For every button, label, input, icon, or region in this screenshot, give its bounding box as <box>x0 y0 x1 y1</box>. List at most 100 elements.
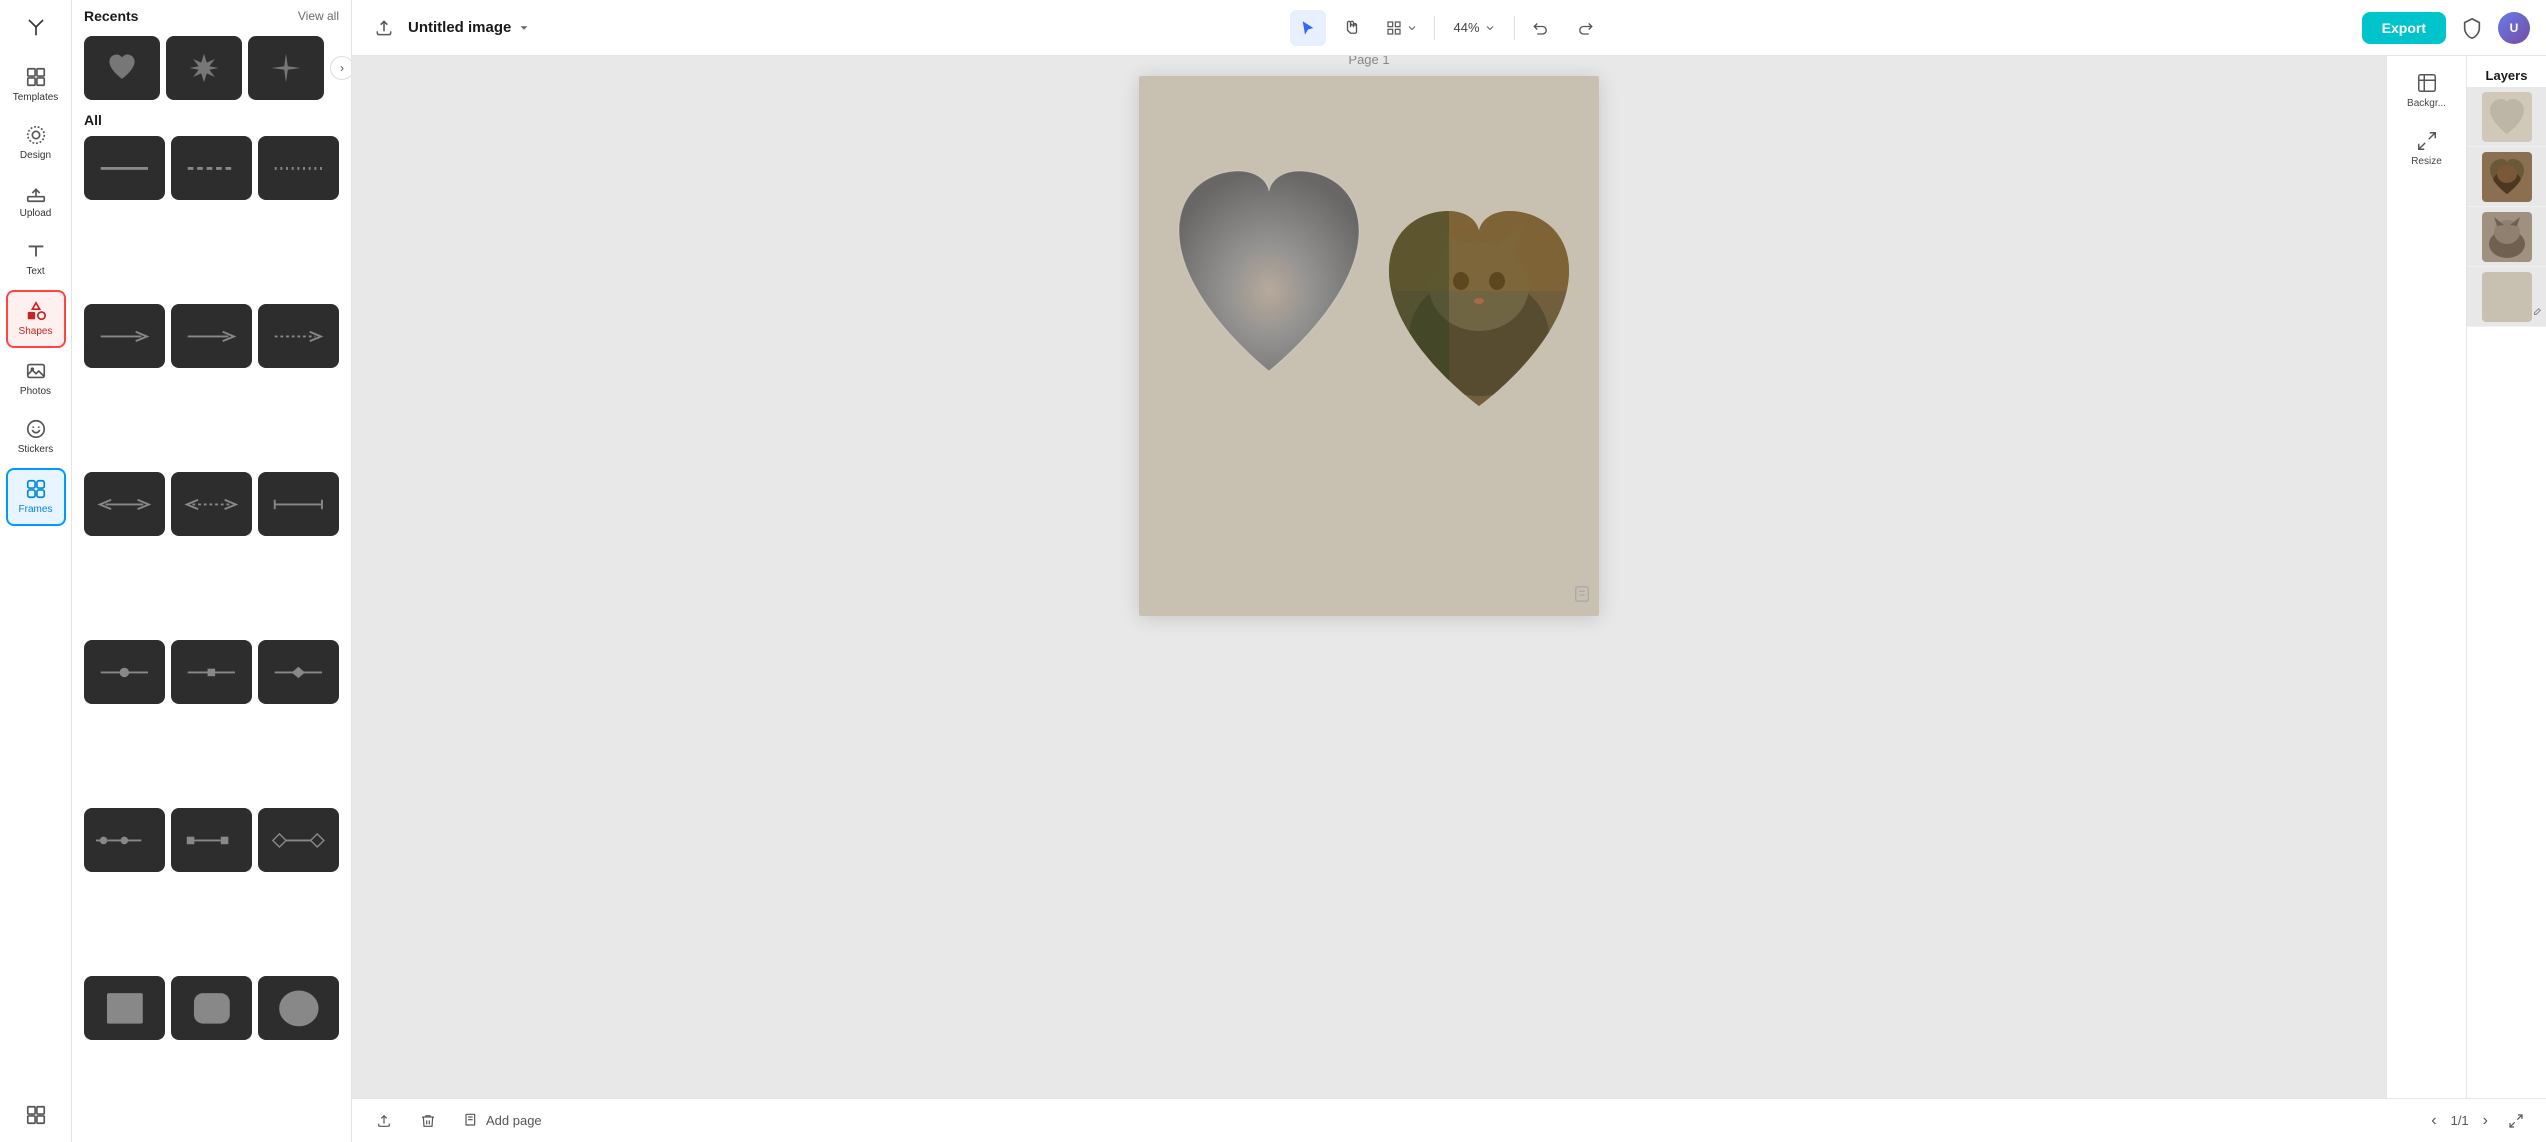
expand-button[interactable] <box>2502 1107 2530 1135</box>
layout-icon <box>1386 20 1402 36</box>
logo-button[interactable] <box>6 8 66 50</box>
shield-button[interactable] <box>2454 10 2490 46</box>
layer-thumb-background <box>2482 272 2532 322</box>
user-avatar[interactable]: U <box>2498 12 2530 44</box>
shapes-panel: Recents View all › All <box>72 0 352 1142</box>
resize-label: Resize <box>2411 156 2442 168</box>
right-heart-frame[interactable] <box>1369 176 1589 441</box>
sidebar-item-more[interactable] <box>6 1096 66 1134</box>
layer-thumb-2 <box>2482 152 2532 202</box>
layout-button[interactable] <box>1378 14 1426 42</box>
shape-measure-arrow[interactable] <box>258 472 339 536</box>
canvas-wrapper: Page 1 <box>1139 76 1599 616</box>
background-button[interactable]: Backgr... <box>2399 64 2455 118</box>
shape-dotted-line[interactable] <box>258 136 339 200</box>
zoom-chevron-icon <box>1484 22 1496 34</box>
slider-diamond-icon <box>270 663 327 682</box>
shape-arrow-right-2[interactable] <box>171 304 252 368</box>
shape-double-arrow-dots[interactable] <box>171 472 252 536</box>
topbar-right: Export U <box>2362 10 2530 46</box>
star4-shape-icon <box>268 50 304 86</box>
redo-button[interactable] <box>1567 10 1603 46</box>
shape-dashed-line[interactable] <box>171 136 252 200</box>
double-arrow-dots-icon <box>183 495 240 514</box>
dashed-line-icon <box>183 159 240 178</box>
shape-solid-line[interactable] <box>84 136 165 200</box>
shape-rounded-square[interactable] <box>171 976 252 1040</box>
page-icon <box>1573 585 1591 603</box>
shape-dot-connector[interactable] <box>84 808 165 872</box>
topbar: Untitled image <box>352 0 2546 56</box>
shape-circle[interactable] <box>258 976 339 1040</box>
rounded-square-icon <box>185 986 239 1031</box>
next-page-button[interactable]: › <box>2477 1108 2494 1134</box>
layer-item-4[interactable] <box>2467 267 2546 327</box>
upload-icon <box>25 182 47 204</box>
star6-shape-icon <box>186 50 222 86</box>
layer-thumb-heart-grey <box>2482 92 2532 142</box>
redo-icon <box>1576 19 1594 37</box>
zoom-button[interactable]: 44% <box>1443 14 1505 41</box>
text-icon <box>25 240 47 262</box>
shape-slider-square[interactable] <box>171 640 252 704</box>
view-all-button[interactable]: View all <box>298 9 339 23</box>
shape-arrow-right[interactable] <box>84 304 165 368</box>
recent-shape-star6[interactable] <box>166 36 242 100</box>
toolbar-divider <box>1434 16 1435 40</box>
scroll-right-arrow[interactable]: › <box>330 56 352 80</box>
shape-square-connector[interactable] <box>171 808 252 872</box>
title-chevron-icon <box>517 21 531 35</box>
canvas[interactable] <box>1139 76 1599 616</box>
photos-icon <box>25 360 47 382</box>
recent-shape-star4[interactable] <box>248 36 324 100</box>
sidebar-item-upload[interactable]: Upload <box>6 174 66 228</box>
sidebar-item-photos[interactable]: Photos <box>6 352 66 406</box>
sidebar-item-design[interactable]: Design <box>6 116 66 170</box>
icon-sidebar: Templates Design Upload Text Shapes <box>0 0 72 1142</box>
shape-double-arrow[interactable] <box>84 472 165 536</box>
measure-arrow-icon <box>270 495 327 514</box>
background-label: Backgr... <box>2407 98 2446 110</box>
sidebar-item-stickers[interactable]: Stickers <box>6 410 66 464</box>
recents-title: Recents <box>84 8 138 24</box>
left-heart-frame[interactable] <box>1159 131 1379 416</box>
frames-icon <box>25 478 47 500</box>
sidebar-item-label-upload: Upload <box>20 208 52 220</box>
shape-diamond-connector[interactable] <box>258 808 339 872</box>
page-indicator: 1/1 <box>2451 1113 2469 1128</box>
share-button[interactable] <box>368 12 400 44</box>
hand-tool-button[interactable] <box>1334 10 1370 46</box>
title-area[interactable]: Untitled image <box>408 19 531 36</box>
all-label: All <box>72 104 351 132</box>
delete-button[interactable] <box>412 1109 444 1133</box>
resize-button[interactable]: Resize <box>2399 122 2455 176</box>
export-button[interactable]: Export <box>2362 12 2446 44</box>
undo-button[interactable] <box>1523 10 1559 46</box>
canvas-area[interactable]: Page 1 <box>352 56 2386 1098</box>
shape-dotted-arrow-right[interactable] <box>258 304 339 368</box>
square-connector-icon <box>183 831 240 850</box>
shape-slider-diamond[interactable] <box>258 640 339 704</box>
document-title: Untitled image <box>408 19 511 36</box>
layer-item-1[interactable] <box>2467 87 2546 147</box>
layer-thumb-heart-cat <box>2482 152 2532 202</box>
recent-shape-heart[interactable] <box>84 36 160 100</box>
layer-thumb-3 <box>2482 212 2532 262</box>
layer-item-2[interactable] <box>2467 147 2546 207</box>
layer-item-3[interactable] <box>2467 207 2546 267</box>
solid-line-icon <box>96 159 153 178</box>
sidebar-item-shapes[interactable]: Shapes <box>6 290 66 348</box>
main-area: Untitled image <box>352 0 2546 1142</box>
prev-page-button[interactable]: ‹ <box>2425 1108 2442 1134</box>
save-status-button[interactable] <box>368 1109 400 1133</box>
shape-slider-circle[interactable] <box>84 640 165 704</box>
sidebar-item-templates[interactable]: Templates <box>6 58 66 112</box>
sidebar-item-label-stickers: Stickers <box>18 444 54 456</box>
sidebar-item-text[interactable]: Text <box>6 232 66 286</box>
bottom-bar: Add page ‹ 1/1 › <box>352 1098 2546 1142</box>
sidebar-item-frames[interactable]: Frames <box>6 468 66 526</box>
shape-square[interactable] <box>84 976 165 1040</box>
add-page-button[interactable]: Add page <box>456 1109 550 1133</box>
shapes-grid <box>72 132 351 1142</box>
select-tool-button[interactable] <box>1290 10 1326 46</box>
